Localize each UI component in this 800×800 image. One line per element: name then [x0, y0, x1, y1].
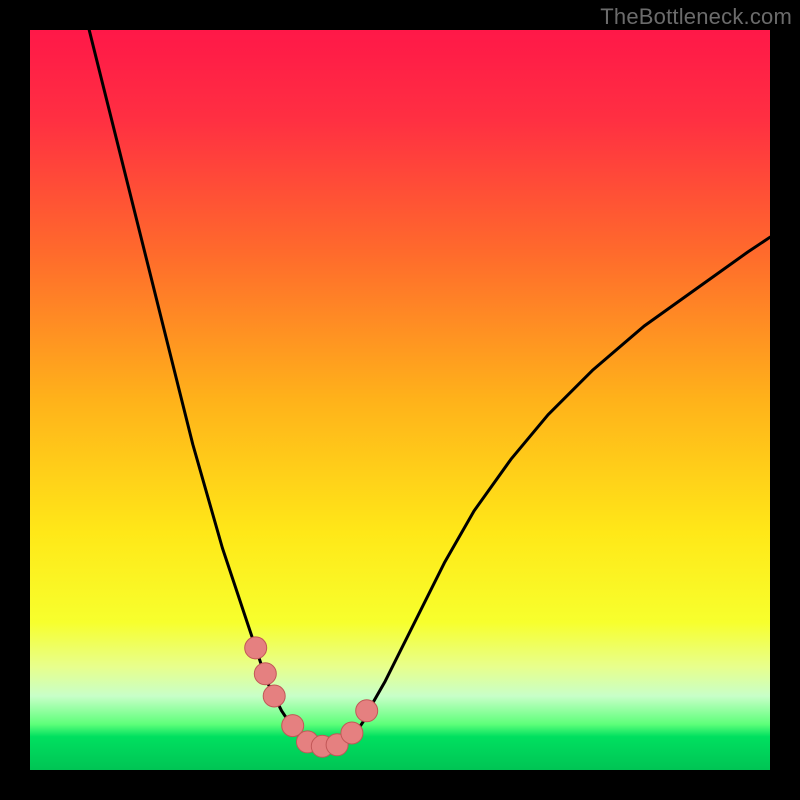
- chart-frame: TheBottleneck.com: [0, 0, 800, 800]
- watermark-label: TheBottleneck.com: [600, 4, 792, 30]
- data-marker: [341, 722, 363, 744]
- data-marker: [356, 700, 378, 722]
- bottleneck-chart: [30, 30, 770, 770]
- data-marker: [245, 637, 267, 659]
- data-marker: [263, 685, 285, 707]
- data-marker: [254, 663, 276, 685]
- gradient-background: [30, 30, 770, 770]
